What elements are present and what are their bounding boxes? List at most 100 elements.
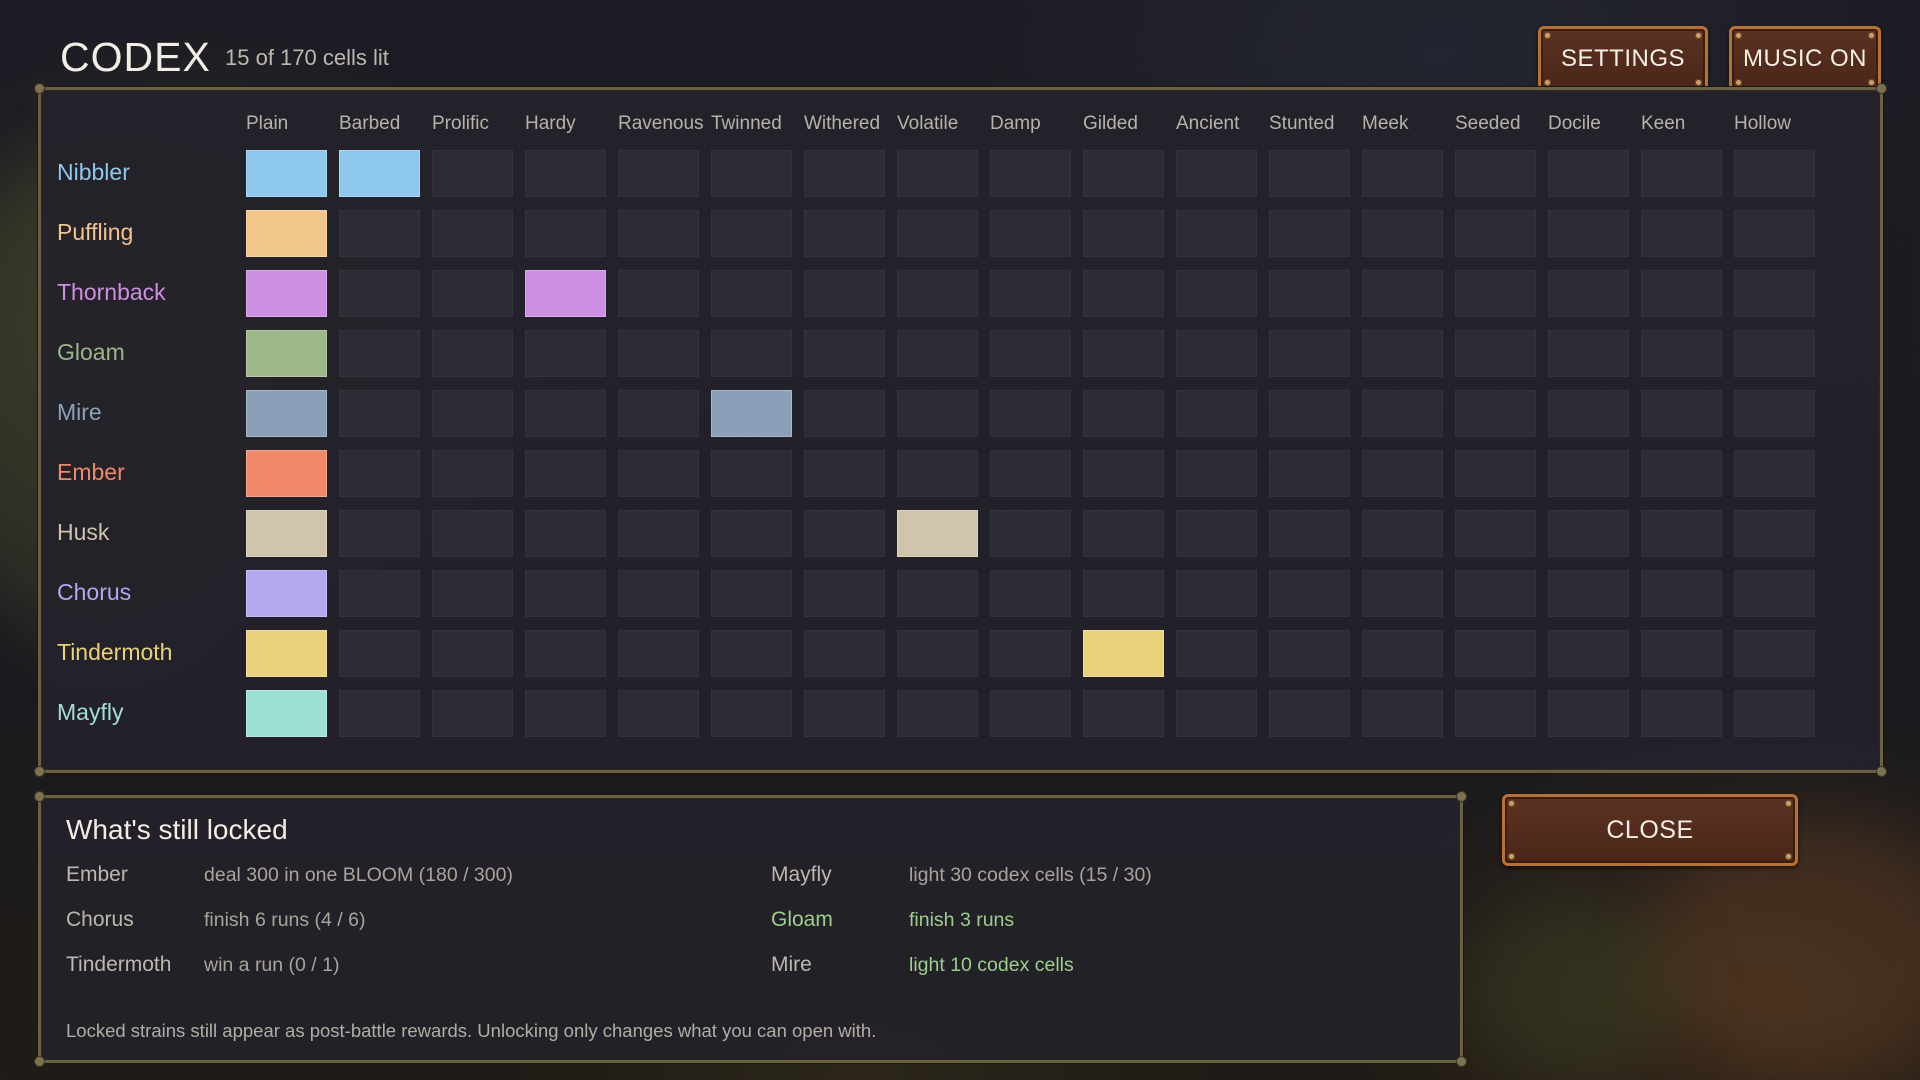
codex-cell-empty[interactable] bbox=[1548, 150, 1629, 197]
codex-cell-empty[interactable] bbox=[1269, 570, 1350, 617]
codex-cell-empty[interactable] bbox=[1176, 450, 1257, 497]
codex-cell-empty[interactable] bbox=[525, 390, 606, 437]
codex-cell-empty[interactable] bbox=[339, 630, 420, 677]
codex-cell-empty[interactable] bbox=[1362, 330, 1443, 377]
codex-cell-empty[interactable] bbox=[804, 630, 885, 677]
codex-cell-empty[interactable] bbox=[1734, 150, 1815, 197]
codex-cell-empty[interactable] bbox=[1176, 630, 1257, 677]
codex-cell-empty[interactable] bbox=[618, 210, 699, 257]
codex-cell-empty[interactable] bbox=[432, 210, 513, 257]
codex-cell-empty[interactable] bbox=[1269, 690, 1350, 737]
codex-cell-empty[interactable] bbox=[1641, 330, 1722, 377]
codex-cell-empty[interactable] bbox=[1362, 210, 1443, 257]
codex-cell-empty[interactable] bbox=[1548, 630, 1629, 677]
settings-button[interactable]: SETTINGS bbox=[1538, 26, 1708, 92]
codex-cell-lit[interactable] bbox=[246, 630, 327, 677]
codex-cell-empty[interactable] bbox=[1734, 630, 1815, 677]
codex-cell-empty[interactable] bbox=[711, 450, 792, 497]
codex-cell-empty[interactable] bbox=[339, 570, 420, 617]
codex-cell-empty[interactable] bbox=[990, 270, 1071, 317]
codex-cell-empty[interactable] bbox=[1641, 690, 1722, 737]
codex-cell-lit[interactable] bbox=[246, 510, 327, 557]
codex-cell-lit[interactable] bbox=[711, 390, 792, 437]
codex-cell-empty[interactable] bbox=[525, 570, 606, 617]
codex-cell-lit[interactable] bbox=[246, 570, 327, 617]
codex-cell-empty[interactable] bbox=[1548, 450, 1629, 497]
codex-cell-empty[interactable] bbox=[618, 390, 699, 437]
codex-cell-empty[interactable] bbox=[1455, 630, 1536, 677]
codex-cell-empty[interactable] bbox=[1641, 210, 1722, 257]
codex-cell-empty[interactable] bbox=[897, 570, 978, 617]
codex-cell-empty[interactable] bbox=[339, 510, 420, 557]
codex-cell-empty[interactable] bbox=[1548, 270, 1629, 317]
codex-cell-empty[interactable] bbox=[804, 510, 885, 557]
codex-cell-lit[interactable] bbox=[897, 510, 978, 557]
codex-cell-empty[interactable] bbox=[804, 330, 885, 377]
codex-cell-empty[interactable] bbox=[1641, 630, 1722, 677]
codex-cell-empty[interactable] bbox=[432, 150, 513, 197]
codex-cell-empty[interactable] bbox=[618, 690, 699, 737]
codex-cell-empty[interactable] bbox=[804, 570, 885, 617]
codex-cell-empty[interactable] bbox=[1548, 390, 1629, 437]
codex-cell-empty[interactable] bbox=[432, 690, 513, 737]
codex-cell-empty[interactable] bbox=[990, 510, 1071, 557]
codex-cell-empty[interactable] bbox=[525, 210, 606, 257]
codex-cell-empty[interactable] bbox=[711, 330, 792, 377]
codex-cell-empty[interactable] bbox=[1548, 210, 1629, 257]
codex-cell-empty[interactable] bbox=[618, 150, 699, 197]
codex-cell-empty[interactable] bbox=[618, 570, 699, 617]
codex-cell-empty[interactable] bbox=[618, 510, 699, 557]
codex-cell-empty[interactable] bbox=[339, 270, 420, 317]
codex-cell-empty[interactable] bbox=[897, 690, 978, 737]
codex-cell-empty[interactable] bbox=[1362, 630, 1443, 677]
codex-cell-empty[interactable] bbox=[711, 690, 792, 737]
codex-cell-lit[interactable] bbox=[246, 270, 327, 317]
codex-cell-empty[interactable] bbox=[1176, 210, 1257, 257]
codex-cell-empty[interactable] bbox=[897, 210, 978, 257]
codex-cell-empty[interactable] bbox=[432, 270, 513, 317]
codex-cell-empty[interactable] bbox=[990, 150, 1071, 197]
codex-cell-empty[interactable] bbox=[1269, 510, 1350, 557]
codex-cell-empty[interactable] bbox=[1734, 390, 1815, 437]
codex-cell-empty[interactable] bbox=[990, 210, 1071, 257]
codex-cell-empty[interactable] bbox=[618, 270, 699, 317]
codex-cell-empty[interactable] bbox=[339, 330, 420, 377]
codex-cell-empty[interactable] bbox=[990, 390, 1071, 437]
codex-cell-empty[interactable] bbox=[1641, 390, 1722, 437]
codex-cell-empty[interactable] bbox=[804, 210, 885, 257]
codex-cell-empty[interactable] bbox=[339, 690, 420, 737]
codex-cell-empty[interactable] bbox=[1083, 450, 1164, 497]
codex-cell-empty[interactable] bbox=[1269, 210, 1350, 257]
codex-cell-empty[interactable] bbox=[1455, 450, 1536, 497]
codex-cell-empty[interactable] bbox=[1548, 570, 1629, 617]
codex-cell-empty[interactable] bbox=[432, 510, 513, 557]
codex-cell-empty[interactable] bbox=[432, 630, 513, 677]
codex-cell-empty[interactable] bbox=[432, 570, 513, 617]
codex-cell-empty[interactable] bbox=[1176, 690, 1257, 737]
codex-cell-empty[interactable] bbox=[1176, 150, 1257, 197]
codex-cell-lit[interactable] bbox=[246, 210, 327, 257]
codex-cell-empty[interactable] bbox=[339, 210, 420, 257]
codex-cell-empty[interactable] bbox=[1083, 570, 1164, 617]
codex-cell-empty[interactable] bbox=[1641, 150, 1722, 197]
codex-cell-empty[interactable] bbox=[1362, 270, 1443, 317]
codex-cell-empty[interactable] bbox=[897, 390, 978, 437]
codex-cell-empty[interactable] bbox=[1641, 450, 1722, 497]
codex-cell-empty[interactable] bbox=[618, 450, 699, 497]
codex-cell-empty[interactable] bbox=[618, 630, 699, 677]
codex-cell-empty[interactable] bbox=[1362, 150, 1443, 197]
codex-cell-empty[interactable] bbox=[1269, 150, 1350, 197]
codex-cell-empty[interactable] bbox=[1362, 570, 1443, 617]
codex-cell-empty[interactable] bbox=[711, 210, 792, 257]
codex-cell-empty[interactable] bbox=[1176, 270, 1257, 317]
codex-cell-empty[interactable] bbox=[804, 390, 885, 437]
codex-cell-empty[interactable] bbox=[432, 390, 513, 437]
codex-cell-empty[interactable] bbox=[1176, 390, 1257, 437]
codex-cell-lit[interactable] bbox=[339, 150, 420, 197]
codex-cell-empty[interactable] bbox=[804, 690, 885, 737]
codex-cell-empty[interactable] bbox=[1269, 630, 1350, 677]
codex-cell-empty[interactable] bbox=[1548, 690, 1629, 737]
codex-cell-empty[interactable] bbox=[1455, 570, 1536, 617]
codex-cell-empty[interactable] bbox=[1641, 510, 1722, 557]
codex-cell-empty[interactable] bbox=[1548, 330, 1629, 377]
